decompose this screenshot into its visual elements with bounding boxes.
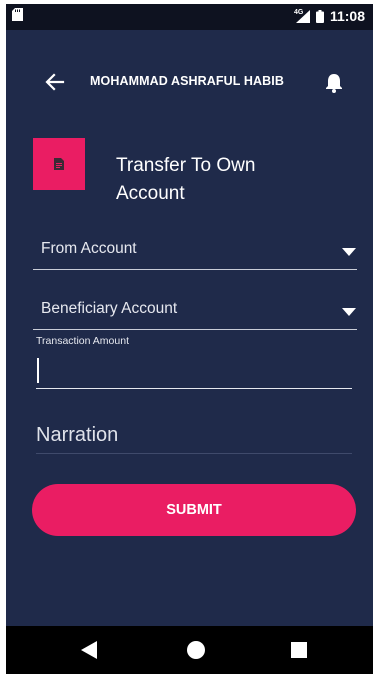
beneficiary-account-label: Beneficiary Account [41,300,178,317]
square-recent-icon[interactable] [291,642,307,658]
status-bar: 4G 11:08 [6,4,373,30]
narration-input[interactable] [36,418,352,454]
page-title: Transfer To Own Account [116,155,256,204]
beneficiary-account-dropdown[interactable]: Beneficiary Account [33,296,357,330]
signal-icon: 4G [294,9,310,23]
sd-card-icon [12,8,23,21]
bell-icon[interactable] [323,71,345,93]
app-bar: MOHAMMAD ASHRAFUL HABIB [6,59,373,105]
text-cursor [37,358,39,383]
phone-screen: 4G 11:08 MOHAMMAD ASHRAFUL HABIB Transfe… [6,4,373,674]
status-right: 4G 11:08 [294,8,365,24]
submit-button[interactable]: SUBMIT [32,484,356,536]
caret-down-icon [342,248,356,256]
transaction-amount-label: Transaction Amount [36,335,129,347]
status-time: 11:08 [329,8,365,24]
system-nav-bar [6,626,373,674]
app-bar-title: MOHAMMAD ASHRAFUL HABIB [90,74,284,88]
transfer-icon-box [33,138,85,190]
from-account-label: From Account [41,240,137,257]
document-icon [54,158,64,170]
arrow-left-icon[interactable] [44,71,66,93]
from-account-dropdown[interactable]: From Account [33,236,357,270]
transaction-amount-input[interactable] [36,352,352,389]
triangle-back-icon[interactable] [81,641,97,659]
circle-home-icon[interactable] [187,641,205,659]
battery-icon [315,9,324,23]
caret-down-icon [342,308,356,316]
